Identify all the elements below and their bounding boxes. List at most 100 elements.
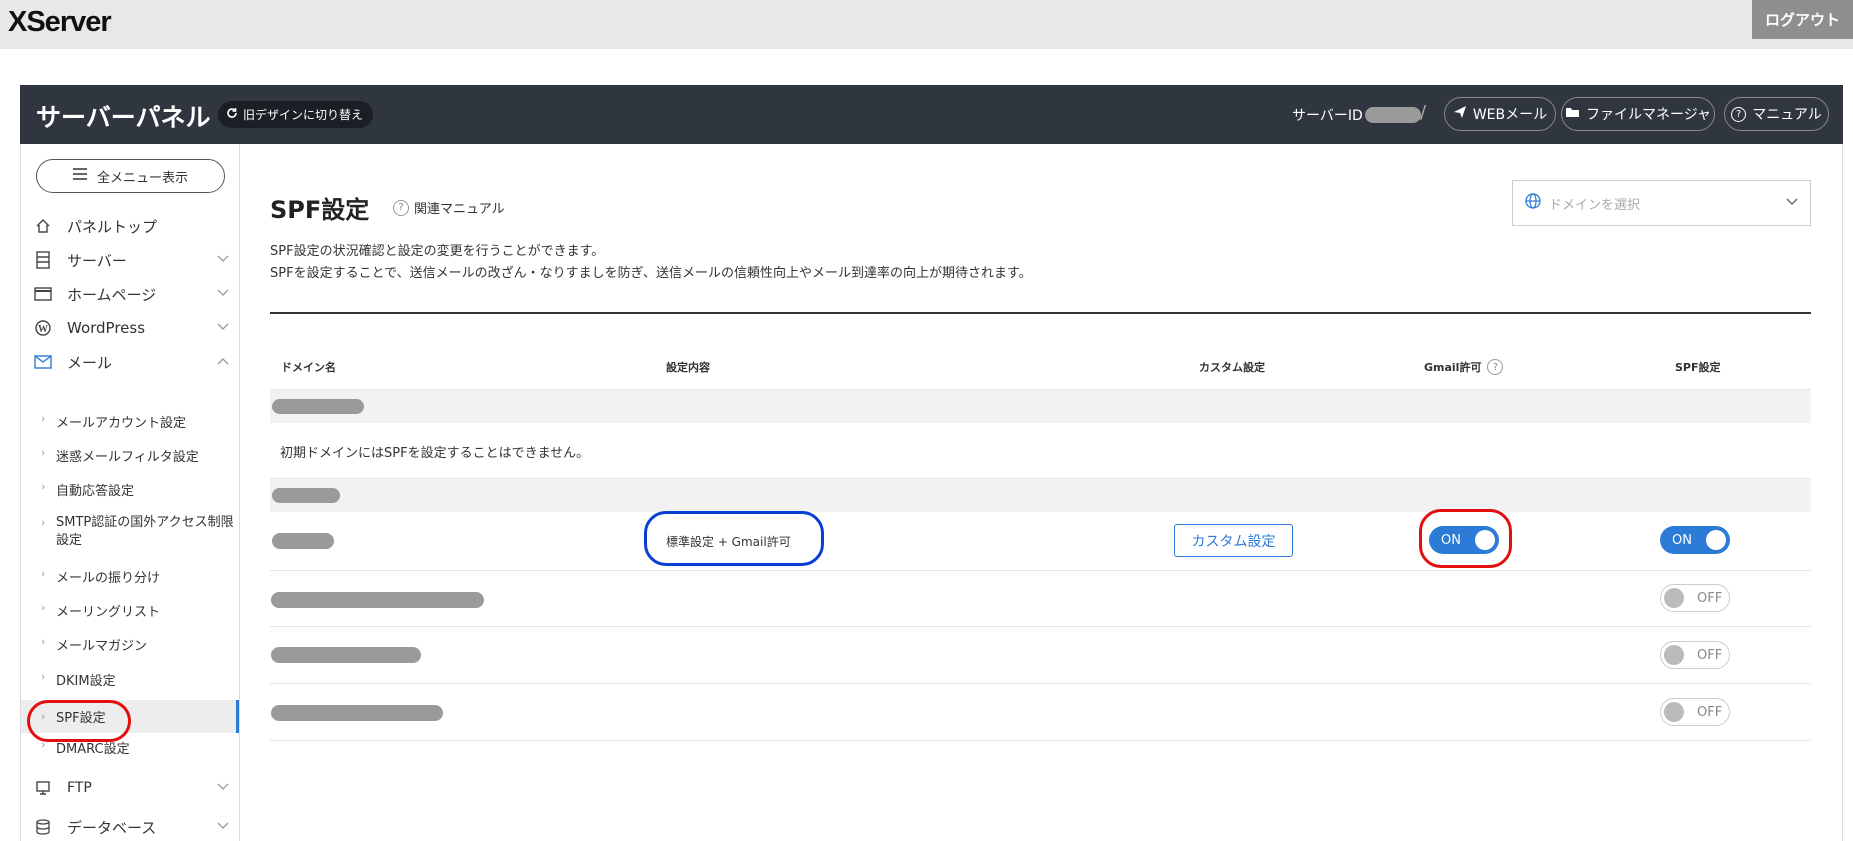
server-icon: [33, 251, 53, 269]
webmail-button[interactable]: WEBメール: [1444, 97, 1556, 131]
sidebar-sub-mailing-list[interactable]: › メーリングリスト: [21, 601, 239, 620]
row-divider: [270, 570, 1811, 571]
hamburger-icon: [72, 168, 87, 184]
row-divider: [270, 683, 1811, 684]
sub-item-label: DKIM設定: [56, 674, 116, 689]
related-manual-link[interactable]: ? 関連マニュアル: [393, 198, 505, 217]
spf-toggle[interactable]: OFF: [1660, 641, 1730, 669]
col-header-gmail: Gmail許可 ?: [1424, 359, 1504, 375]
file-manager-label: ファイルマネージャ: [1585, 107, 1712, 123]
chevron-down-icon: [217, 252, 229, 266]
sidebar-item-panel-top[interactable]: パネルトップ: [21, 209, 239, 243]
webmail-label: WEBメール: [1472, 107, 1548, 123]
mail-icon: [33, 355, 53, 369]
top-bar: XServer ログアウト: [0, 0, 1853, 49]
sidebar-sub-dkim[interactable]: › DKIM設定: [21, 670, 239, 689]
svg-text:W: W: [38, 324, 48, 335]
annotation-red-spf-sidebar: [27, 700, 131, 742]
wordpress-icon: W: [33, 320, 53, 336]
sub-item-label: メールマガジン: [56, 639, 148, 654]
related-manual-label: 関連マニュアル: [414, 202, 505, 217]
sidebar-item-database[interactable]: データベース: [21, 810, 239, 841]
domain-name-redacted: [272, 488, 340, 503]
help-circle-icon: ?: [1731, 106, 1747, 122]
domain-name-redacted: [272, 399, 364, 414]
chevron-down-icon: [217, 286, 229, 300]
sidebar-sub-mail-sorting[interactable]: › メールの振り分け: [21, 567, 239, 586]
sidebar-sub-spam-filter[interactable]: › 迷惑メールフィルタ設定: [21, 446, 239, 465]
domain-select[interactable]: ドメインを選択: [1512, 180, 1811, 226]
chevron-down-icon: [1786, 195, 1798, 210]
sidebar-sub-mail-account[interactable]: › メールアカウント設定: [21, 412, 239, 431]
sidebar-sub-auto-reply[interactable]: › 自動応答設定: [21, 480, 239, 499]
sub-item-label: SMTP認証の国外アクセス制限設定: [56, 515, 234, 548]
chevron-right-icon: ›: [41, 480, 46, 493]
sidebar-item-homepage[interactable]: ホームページ: [21, 277, 239, 311]
server-id-label: サーバーID: [1292, 108, 1363, 124]
toggle-label: OFF: [1697, 590, 1723, 606]
logout-button[interactable]: ログアウト: [1752, 0, 1853, 39]
chevron-right-icon: ›: [41, 567, 46, 580]
sidebar-item-label: ホームページ: [67, 285, 157, 304]
domain-name-redacted: [271, 705, 443, 721]
panel-title: サーバーパネル: [36, 103, 211, 132]
sub-item-label: 迷惑メールフィルタ設定: [56, 450, 199, 465]
sidebar-item-label: データベース: [67, 818, 157, 837]
domain-group-row: [270, 478, 1811, 512]
chevron-down-icon: [217, 819, 229, 833]
page-description-2: SPFを設定することで、送信メールの改ざん・なりすましを防ぎ、送信メールの信頼性…: [270, 266, 1032, 281]
col-header-domain: ドメイン名: [281, 361, 336, 374]
spf-toggle[interactable]: ON: [1660, 526, 1730, 554]
sidebar-item-label: WordPress: [67, 319, 146, 337]
server-id: サーバーID: [1292, 105, 1421, 125]
help-circle-icon: ?: [393, 199, 409, 216]
browser-icon: [33, 287, 53, 301]
chevron-right-icon: ›: [41, 446, 46, 459]
home-icon: [33, 218, 53, 234]
col-header-gmail-label: Gmail許可: [1424, 361, 1482, 374]
sidebar-item-mail[interactable]: メール: [21, 345, 239, 379]
toggle-knob: [1664, 702, 1684, 722]
xserver-logo[interactable]: XServer: [8, 6, 112, 39]
col-header-spf: SPF設定: [1675, 361, 1721, 374]
sidebar-item-label: FTP: [67, 780, 92, 796]
toggle-knob: [1664, 588, 1684, 608]
custom-setting-button[interactable]: カスタム設定: [1174, 524, 1293, 557]
spf-toggle[interactable]: OFF: [1660, 698, 1730, 726]
toggle-label: ON: [1672, 532, 1692, 548]
sub-item-label: メーリングリスト: [56, 605, 161, 620]
paper-plane-icon: [1453, 105, 1467, 123]
header-separator: /: [1420, 102, 1427, 123]
toggle-knob: [1664, 645, 1684, 665]
chevron-right-icon: ›: [41, 412, 46, 425]
sidebar-sub-smtp-restriction[interactable]: › SMTP認証の国外アクセス制限設定: [21, 514, 239, 550]
spf-toggle[interactable]: OFF: [1660, 584, 1730, 612]
sidebar-sub-mail-magazine[interactable]: › メールマガジン: [21, 635, 239, 654]
page-description-1: SPF設定の状況確認と設定の変更を行うことができます。: [270, 244, 605, 259]
chevron-right-icon: ›: [41, 516, 46, 529]
chevron-up-icon: [217, 354, 229, 368]
old-design-button[interactable]: 旧デザインに切り替え: [218, 101, 374, 128]
initial-domain-note: 初期ドメインにはSPFを設定することはできません。: [280, 446, 590, 461]
sub-item-label: メールアカウント設定: [56, 416, 187, 431]
sidebar-item-ftp[interactable]: FTP: [21, 771, 239, 805]
file-manager-button[interactable]: ファイルマネージャ: [1561, 97, 1715, 131]
sidebar-item-server[interactable]: サーバー: [21, 243, 239, 277]
section-divider: [270, 312, 1811, 314]
row-divider: [270, 626, 1811, 627]
sidebar-item-wordpress[interactable]: W WordPress: [21, 311, 239, 345]
database-icon: [33, 819, 53, 835]
chevron-down-icon: [217, 320, 229, 334]
manual-button[interactable]: ? マニュアル: [1724, 97, 1829, 131]
sidebar-item-label: パネルトップ: [67, 217, 158, 236]
refresh-icon: [226, 107, 238, 122]
folder-icon: [1565, 106, 1580, 122]
chevron-right-icon: ›: [41, 670, 46, 683]
manual-label: マニュアル: [1752, 107, 1822, 123]
help-circle-icon[interactable]: ?: [1487, 359, 1504, 375]
all-menu-button[interactable]: 全メニュー表示: [36, 159, 225, 193]
toggle-label: OFF: [1697, 704, 1723, 720]
sub-item-label: 自動応答設定: [56, 484, 135, 499]
chevron-down-icon: [217, 780, 229, 794]
chevron-right-icon: ›: [41, 635, 46, 648]
